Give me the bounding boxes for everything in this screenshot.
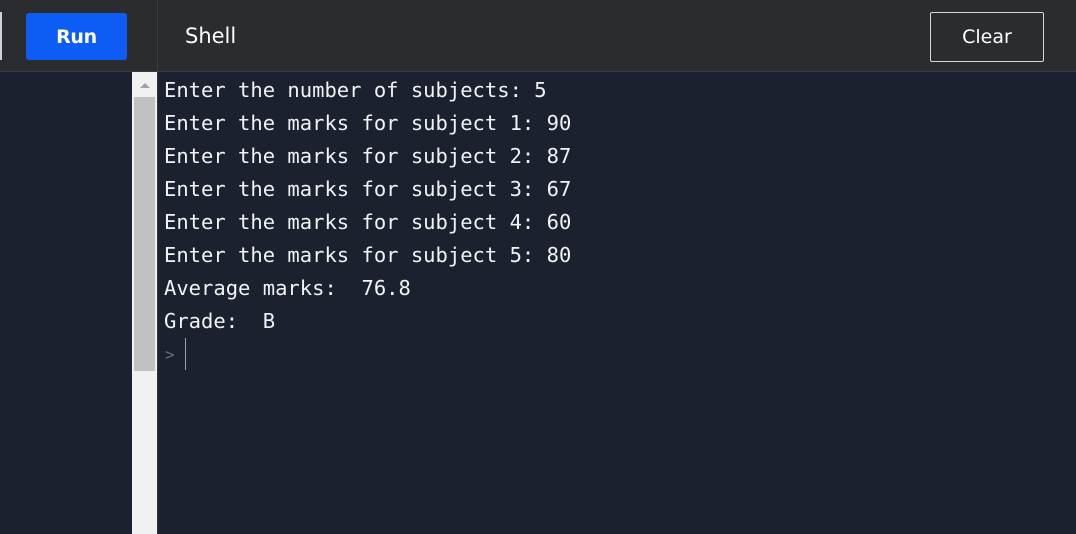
- output-line: Enter the marks for subject 4: 60: [164, 210, 572, 234]
- output-line: Enter the marks for subject 1: 90: [164, 111, 572, 135]
- output-line: Enter the number of subjects: 5: [164, 78, 547, 102]
- shell-output: Enter the number of subjects: 5 Enter th…: [164, 74, 1076, 338]
- output-line: Grade: B: [164, 309, 276, 333]
- output-line: Enter the marks for subject 5: 80: [164, 243, 572, 267]
- shell-input[interactable]: >: [165, 338, 186, 370]
- toolbar: Run Shell Clear: [0, 0, 1076, 72]
- clear-button[interactable]: Clear: [930, 12, 1044, 62]
- run-button[interactable]: Run: [26, 13, 127, 60]
- prompt-icon: >: [165, 344, 175, 364]
- shell-title: Shell: [185, 24, 237, 48]
- scrollbar-thumb[interactable]: [134, 97, 155, 371]
- output-line: Average marks: 76.8: [164, 276, 411, 300]
- editor-panel-edge: [0, 12, 2, 60]
- chevron-up-icon[interactable]: [140, 83, 150, 88]
- output-line: Enter the marks for subject 3: 67: [164, 177, 572, 201]
- toolbar-divider: [157, 0, 158, 72]
- text-cursor: [184, 338, 186, 370]
- panel-divider[interactable]: [157, 72, 158, 534]
- editor-scrollbar[interactable]: [132, 72, 157, 534]
- output-line: Enter the marks for subject 2: 87: [164, 144, 572, 168]
- editor-panel[interactable]: [0, 72, 132, 534]
